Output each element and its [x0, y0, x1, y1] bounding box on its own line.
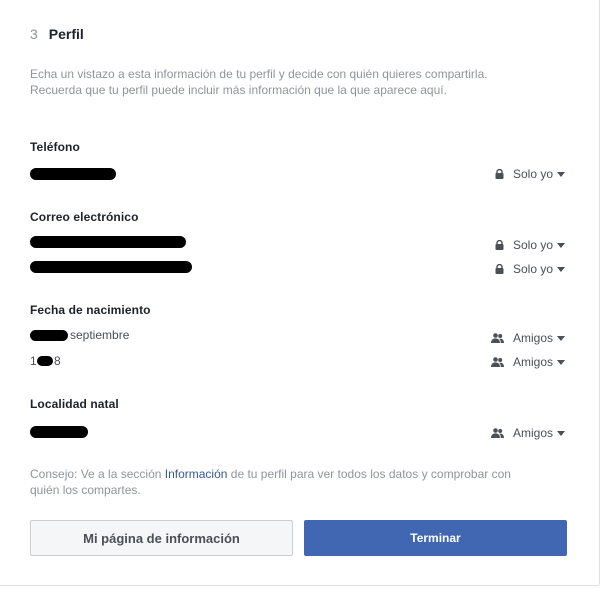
redacted-hometown [30, 426, 88, 438]
birth-year-privacy-label: Amigos [512, 355, 553, 369]
about-page-button[interactable]: Mi página de información [30, 520, 293, 556]
phone-section-title: Teléfono [30, 140, 80, 154]
finish-button[interactable]: Terminar [304, 520, 567, 556]
redacted-birth-year [37, 356, 53, 366]
email-2-privacy-selector[interactable]: Solo yo [495, 262, 565, 276]
birth-month: septiembre [70, 328, 130, 342]
caret-down-icon [557, 430, 565, 436]
step-title: Perfil [48, 26, 84, 42]
tip-text-before: Consejo: Ve a la sección [30, 467, 165, 481]
hometown-section-title: Localidad natal [30, 397, 119, 411]
profile-privacy-panel: 3 Perfil Echa un vistazo a esta informac… [0, 0, 600, 586]
birth-year-suffix: 8 [54, 354, 61, 368]
intro-text: Echa un vistazo a esta información de tu… [30, 67, 488, 97]
email-2-privacy-label: Solo yo [512, 262, 553, 276]
information-link[interactable]: Información [165, 467, 228, 481]
caret-down-icon [557, 335, 565, 341]
friends-icon [490, 428, 504, 438]
caret-down-icon [557, 242, 565, 248]
email-1-privacy-label: Solo yo [512, 238, 553, 252]
phone-privacy-selector[interactable]: Solo yo [495, 167, 565, 181]
hometown-privacy-selector[interactable]: Amigos [490, 426, 565, 440]
lock-icon [495, 264, 504, 274]
tip-text: Consejo: Ve a la sección Información de … [30, 466, 530, 498]
lock-icon [495, 169, 504, 179]
phone-privacy-label: Solo yo [512, 167, 553, 181]
birth-date-privacy-selector[interactable]: Amigos [490, 331, 565, 345]
friends-icon [490, 357, 504, 367]
birthday-section-title: Fecha de nacimiento [30, 303, 151, 317]
redacted-birth-day [30, 330, 68, 341]
birth-date-privacy-label: Amigos [512, 331, 553, 345]
step-header: 3 Perfil [30, 26, 84, 42]
friends-icon [490, 333, 504, 343]
lock-icon [495, 240, 504, 250]
birth-year-privacy-selector[interactable]: Amigos [490, 355, 565, 369]
birth-year-prefix: 1 [30, 354, 37, 368]
email-section-title: Correo electrónico [30, 210, 139, 224]
caret-down-icon [557, 171, 565, 177]
caret-down-icon [557, 359, 565, 365]
redacted-email-1 [30, 236, 186, 248]
email-1-privacy-selector[interactable]: Solo yo [495, 238, 565, 252]
redacted-email-2 [30, 261, 192, 273]
redacted-phone [30, 168, 116, 180]
hometown-privacy-label: Amigos [512, 426, 553, 440]
step-number: 3 [30, 26, 38, 42]
caret-down-icon [557, 266, 565, 272]
